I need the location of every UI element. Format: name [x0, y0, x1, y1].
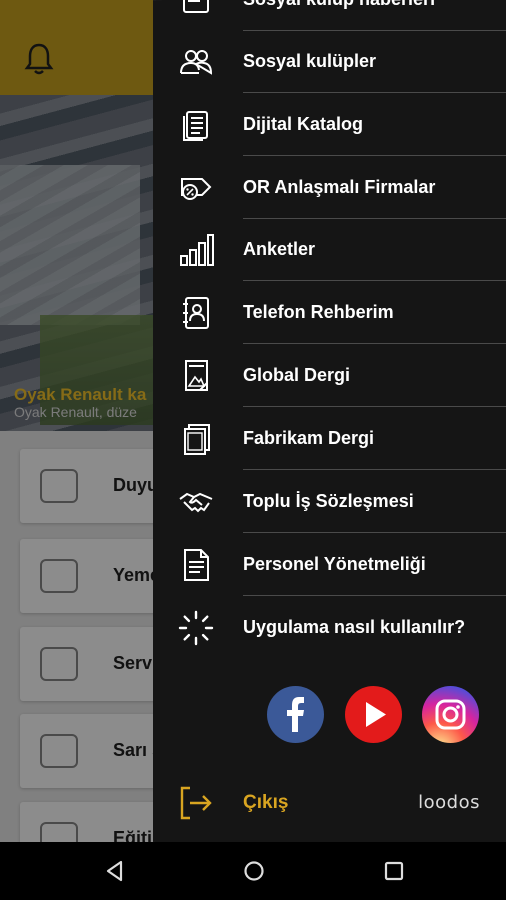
menu-item-or-anlasmali-firmalar[interactable]: OR Anlaşmalı Firmalar — [153, 157, 506, 219]
menu-item-telefon-rehberim[interactable]: Telefon Rehberim — [153, 282, 506, 344]
recent-apps-icon[interactable] — [381, 858, 407, 884]
menu-item-sosyal-kulup-haberleri[interactable]: Sosyal kulüp haberleri — [153, 0, 506, 31]
youtube-icon[interactable] — [345, 686, 402, 743]
bar-chart-icon — [178, 232, 214, 268]
regulation-document-icon — [178, 547, 214, 583]
group-icon — [178, 44, 214, 80]
magazine-icon — [178, 358, 214, 394]
document-icon — [178, 107, 214, 143]
menu-item-uygulama-nasil-kullanilir[interactable]: Uygulama nasıl kullanılır? — [153, 597, 506, 659]
menu-item-personel-yonetmeligi[interactable]: Personel Yönetmeliği — [153, 534, 506, 596]
brand-logo: loodos — [418, 792, 480, 813]
menu-item-anketler[interactable]: Anketler — [153, 219, 506, 281]
menu-item-sosyal-kulupler[interactable]: Sosyal kulüpler — [153, 31, 506, 93]
menu-item-label: Sosyal kulüpler — [243, 51, 377, 71]
loading-spinner-icon — [178, 610, 214, 646]
logout-icon — [180, 786, 212, 820]
instagram-icon[interactable] — [422, 686, 479, 743]
divider — [243, 92, 506, 93]
menu-item-label: Anketler — [243, 239, 316, 259]
menu-item-label: Uygulama nasıl kullanılır? — [243, 617, 466, 637]
navigation-drawer: Sosyal kulüp haberleri Sosyal kulüpler D… — [153, 0, 506, 842]
logout-label: Çıkış — [243, 792, 289, 813]
system-navigation-bar — [0, 842, 506, 900]
menu-item-dijital-katalog[interactable]: Dijital Katalog — [153, 94, 506, 156]
menu-item-label: Sosyal kulüp haberleri — [243, 0, 435, 10]
divider — [243, 406, 506, 407]
menu-item-label: Telefon Rehberim — [243, 302, 394, 322]
menu-item-label: Global Dergi — [243, 365, 351, 385]
menu-item-label: OR Anlaşmalı Firmalar — [243, 177, 436, 197]
menu-item-toplu-is-sozlesmesi[interactable]: Toplu İş Sözleşmesi — [153, 471, 506, 533]
divider — [243, 280, 506, 281]
discount-tag-icon — [178, 170, 214, 206]
menu-item-label: Toplu İş Sözleşmesi — [243, 491, 414, 511]
menu-item-label: Personel Yönetmeliği — [243, 554, 426, 574]
phonebook-icon — [178, 295, 214, 331]
divider — [243, 155, 506, 156]
menu-item-label: Dijital Katalog — [243, 114, 364, 134]
divider — [243, 343, 506, 344]
home-icon[interactable] — [241, 858, 267, 884]
menu-item-fabrikam-dergi[interactable]: Fabrikam Dergi — [153, 408, 506, 470]
logout-button[interactable]: Çıkış — [153, 778, 353, 828]
divider — [243, 532, 506, 533]
menu-item-label: Fabrikam Dergi — [243, 428, 375, 448]
divider — [243, 469, 506, 470]
back-icon[interactable] — [102, 858, 128, 884]
news-icon — [178, 0, 214, 18]
magazine-stack-icon — [178, 421, 214, 457]
divider — [243, 595, 506, 596]
handshake-icon — [178, 484, 214, 520]
facebook-icon[interactable] — [267, 686, 324, 743]
menu-item-global-dergi[interactable]: Global Dergi — [153, 345, 506, 407]
